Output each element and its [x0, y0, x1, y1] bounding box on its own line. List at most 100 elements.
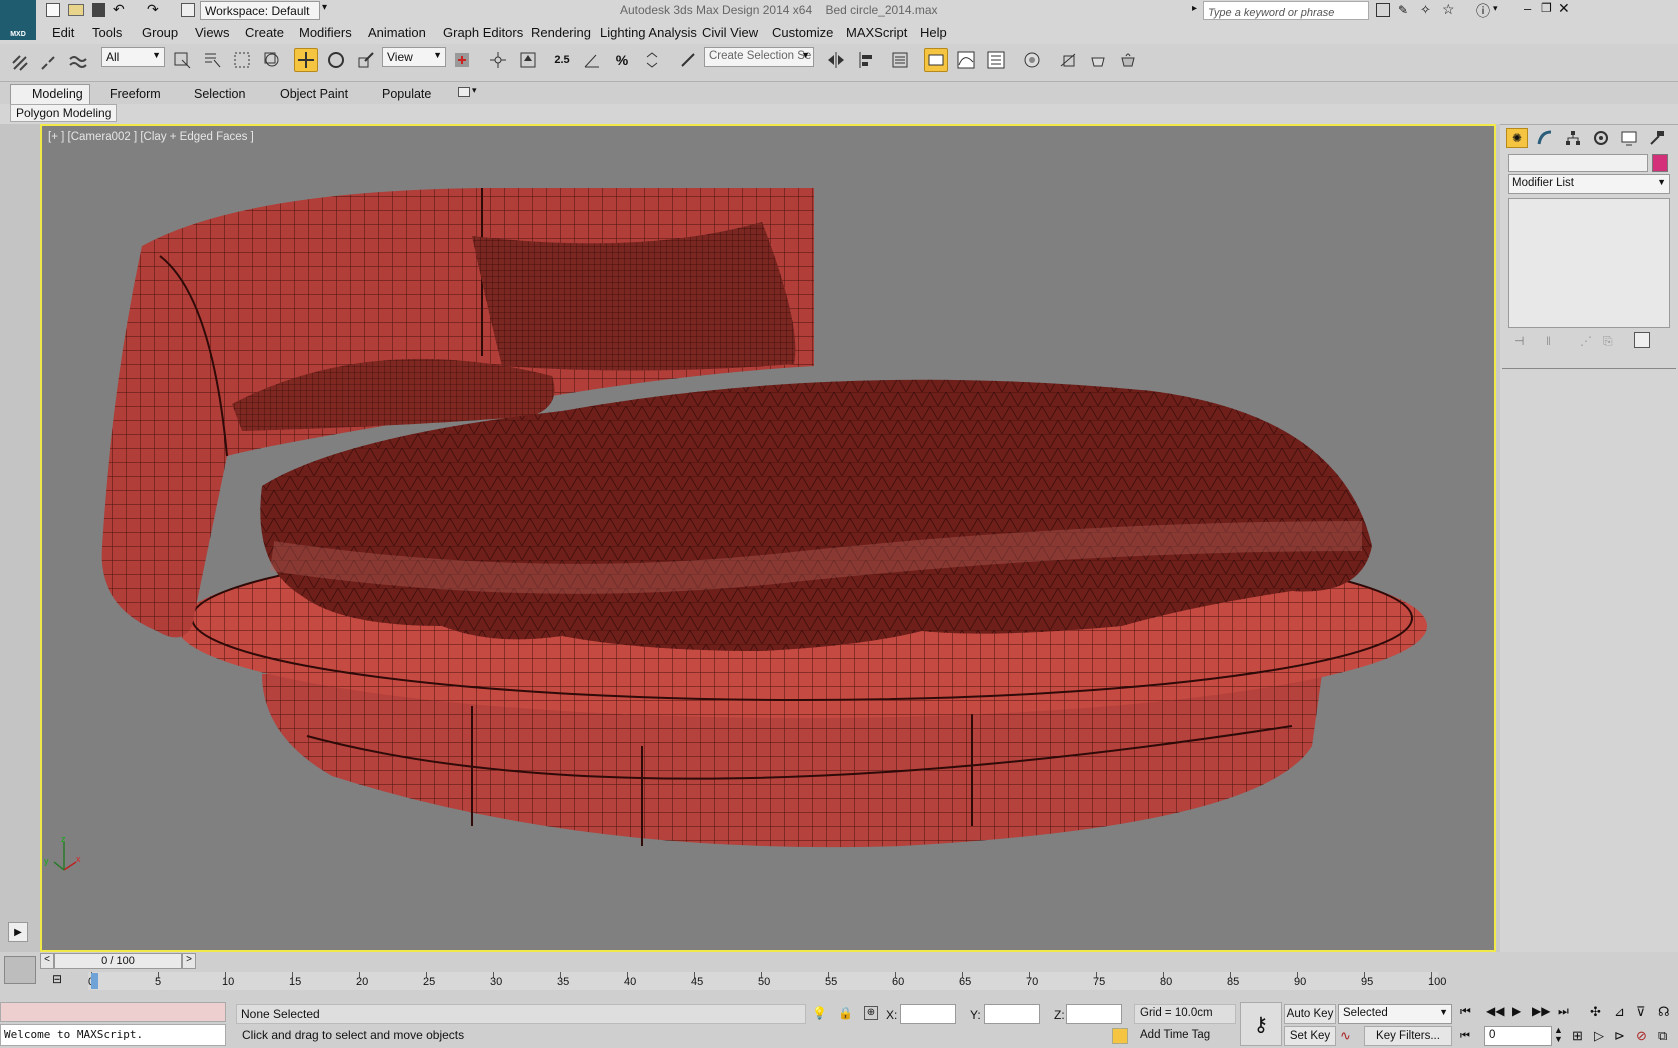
time-slider-prev-icon[interactable]: < — [40, 953, 54, 969]
quick-access-dropdown-icon[interactable]: ▾ — [322, 2, 327, 13]
curve-editor-icon[interactable] — [954, 48, 978, 72]
time-slider-next-icon[interactable]: > — [182, 953, 196, 969]
select-and-move-icon[interactable] — [294, 48, 318, 72]
orbit-camera-icon[interactable]: ⊘ — [1636, 1028, 1647, 1044]
modifier-stack[interactable] — [1508, 198, 1670, 328]
menu-graph-editors[interactable]: Graph Editors — [443, 25, 523, 40]
maxscript-listener-pink[interactable] — [0, 1002, 226, 1022]
search-expand-icon[interactable]: ▸ — [1192, 3, 1197, 14]
minimize-icon[interactable]: – — [1524, 1, 1531, 16]
mirror-icon[interactable] — [824, 48, 848, 72]
select-and-scale-icon[interactable] — [354, 48, 378, 72]
schematic-view-icon[interactable] — [984, 48, 1008, 72]
layer-manager-icon[interactable] — [924, 48, 948, 72]
frame-spinner-icon[interactable]: ▲ ▼ — [1554, 1026, 1563, 1044]
tab-freeform[interactable]: Freeform — [96, 85, 175, 103]
isolate-selection-icon[interactable]: 💡 — [812, 1006, 827, 1020]
communication-center-icon[interactable]: ✧ — [1420, 2, 1431, 18]
tab-modeling[interactable]: Modeling — [18, 85, 97, 103]
field-of-view-icon[interactable]: ⊽ — [1636, 1004, 1646, 1020]
tab-selection[interactable]: Selection — [180, 85, 259, 103]
menu-views[interactable]: Views — [195, 25, 229, 40]
render-production-icon[interactable] — [1116, 48, 1140, 72]
spinner-snap-icon[interactable] — [640, 48, 664, 72]
keyboard-shortcut-override-icon[interactable] — [516, 48, 540, 72]
ribbon-options-icon[interactable] — [458, 87, 470, 97]
close-icon[interactable]: ✕ — [1558, 0, 1570, 17]
app-menu-button[interactable]: MXD — [0, 0, 36, 40]
help-dropdown-icon[interactable]: ▾ — [1493, 3, 1498, 14]
angle-snap-icon[interactable] — [580, 48, 604, 72]
x-coordinate-field[interactable] — [900, 1004, 956, 1024]
menu-civil-view[interactable]: Civil View — [702, 25, 758, 40]
go-to-end-icon[interactable]: ⏭ — [1558, 1004, 1569, 1019]
subscription-icon[interactable]: ✎ — [1398, 3, 1408, 17]
key-mode-dropdown[interactable]: Selected ▼ — [1338, 1004, 1452, 1024]
search-input[interactable]: Type a keyword or phrase — [1203, 1, 1369, 20]
zoom-extents-icon[interactable]: ✣ — [1590, 1004, 1601, 1020]
track-bar-filter-icon[interactable]: ⊟ — [52, 972, 74, 990]
menu-maxscript[interactable]: MAXScript — [846, 25, 907, 40]
current-frame-marker[interactable] — [91, 973, 98, 989]
show-end-result-icon[interactable]: ‖ — [1546, 334, 1551, 348]
menu-tools[interactable]: Tools — [92, 25, 122, 40]
configure-modifier-sets-icon[interactable] — [1634, 332, 1650, 348]
favorites-star-icon[interactable]: ☆ — [1442, 1, 1455, 18]
menu-modifiers[interactable]: Modifiers — [299, 25, 352, 40]
menu-edit[interactable]: Edit — [52, 25, 74, 40]
time-tag-icon[interactable] — [1112, 1028, 1128, 1044]
remove-modifier-icon[interactable]: ⎘ — [1603, 334, 1613, 349]
unlink-icon[interactable] — [36, 51, 60, 75]
new-file-icon[interactable] — [46, 3, 60, 17]
menu-help[interactable]: Help — [920, 25, 947, 40]
mini-curve-editor-toggle[interactable] — [4, 956, 36, 984]
absolute-mode-icon[interactable]: ⊕ — [864, 1006, 878, 1020]
undo-icon[interactable]: ↶ — [113, 1, 125, 18]
help-icon[interactable]: ⓘ — [1476, 1, 1490, 21]
bind-space-warp-icon[interactable] — [66, 51, 90, 75]
y-coordinate-field[interactable] — [984, 1004, 1040, 1024]
ribbon-options-dropdown-icon[interactable]: ▾ — [472, 85, 477, 96]
next-frame-icon[interactable]: ▶▶ — [1532, 1004, 1550, 1018]
hierarchy-panel-tab[interactable] — [1562, 128, 1584, 148]
add-time-tag-button[interactable]: Add Time Tag — [1134, 1028, 1236, 1046]
redo-icon[interactable]: ↷ — [147, 1, 159, 18]
polygon-modeling-panel[interactable]: Polygon Modeling — [10, 104, 118, 122]
modify-panel-tab[interactable] — [1534, 128, 1556, 148]
dolly-icon[interactable]: ⊳ — [1614, 1028, 1625, 1044]
manipulate-icon[interactable] — [486, 48, 510, 72]
pan-view-icon[interactable]: ☊ — [1658, 1004, 1670, 1020]
set-key-button[interactable]: Set Key — [1284, 1026, 1336, 1046]
object-name-field[interactable] — [1508, 154, 1648, 172]
zoom-all-icon[interactable]: ⊿ — [1614, 1004, 1625, 1020]
time-configuration-icon[interactable]: ⊞ — [1572, 1028, 1583, 1044]
time-slider[interactable]: 0 / 100 — [54, 953, 182, 969]
maxscript-listener[interactable]: Welcome to MAXScript. — [0, 1024, 226, 1046]
pin-stack-icon[interactable]: ⊣ — [1514, 334, 1524, 348]
menu-create[interactable]: Create — [245, 25, 284, 40]
key-filters-button[interactable]: Key Filters... — [1364, 1026, 1452, 1046]
edit-named-selection-icon[interactable] — [676, 48, 700, 72]
maximize-viewport-icon[interactable]: ⧉ — [1658, 1028, 1667, 1044]
create-panel-tab[interactable]: ✺ — [1506, 128, 1528, 148]
select-and-rotate-icon[interactable] — [324, 48, 348, 72]
menu-lighting-analysis[interactable]: Lighting Analysis — [600, 25, 697, 40]
rectangular-selection-icon[interactable] — [230, 48, 254, 72]
motion-panel-tab[interactable] — [1590, 128, 1612, 148]
select-object-icon[interactable] — [170, 48, 194, 72]
previous-frame-icon[interactable]: ◀◀ — [1486, 1004, 1504, 1018]
z-coordinate-field[interactable] — [1066, 1004, 1122, 1024]
menu-rendering[interactable]: Rendering — [531, 25, 591, 40]
tab-object-paint[interactable]: Object Paint — [266, 85, 362, 103]
window-crossing-icon[interactable] — [260, 48, 284, 72]
play-icon[interactable]: ▶ — [1512, 1004, 1521, 1018]
save-icon[interactable] — [92, 3, 105, 17]
auto-key-button[interactable]: Auto Key — [1284, 1004, 1336, 1024]
selection-lock-icon[interactable]: 🔒 — [838, 1006, 853, 1020]
rendered-frame-window-icon[interactable] — [1086, 48, 1110, 72]
menu-group[interactable]: Group — [142, 25, 178, 40]
current-frame-field[interactable]: 0 — [1484, 1026, 1552, 1046]
key-mode-toggle-icon[interactable]: ⏮ — [1460, 1030, 1470, 1043]
viewport-camera[interactable]: [+ ] [Camera002 ] [Clay + Edged Faces ] — [40, 124, 1496, 952]
selection-filter-dropdown[interactable]: All ▼ — [101, 47, 165, 67]
